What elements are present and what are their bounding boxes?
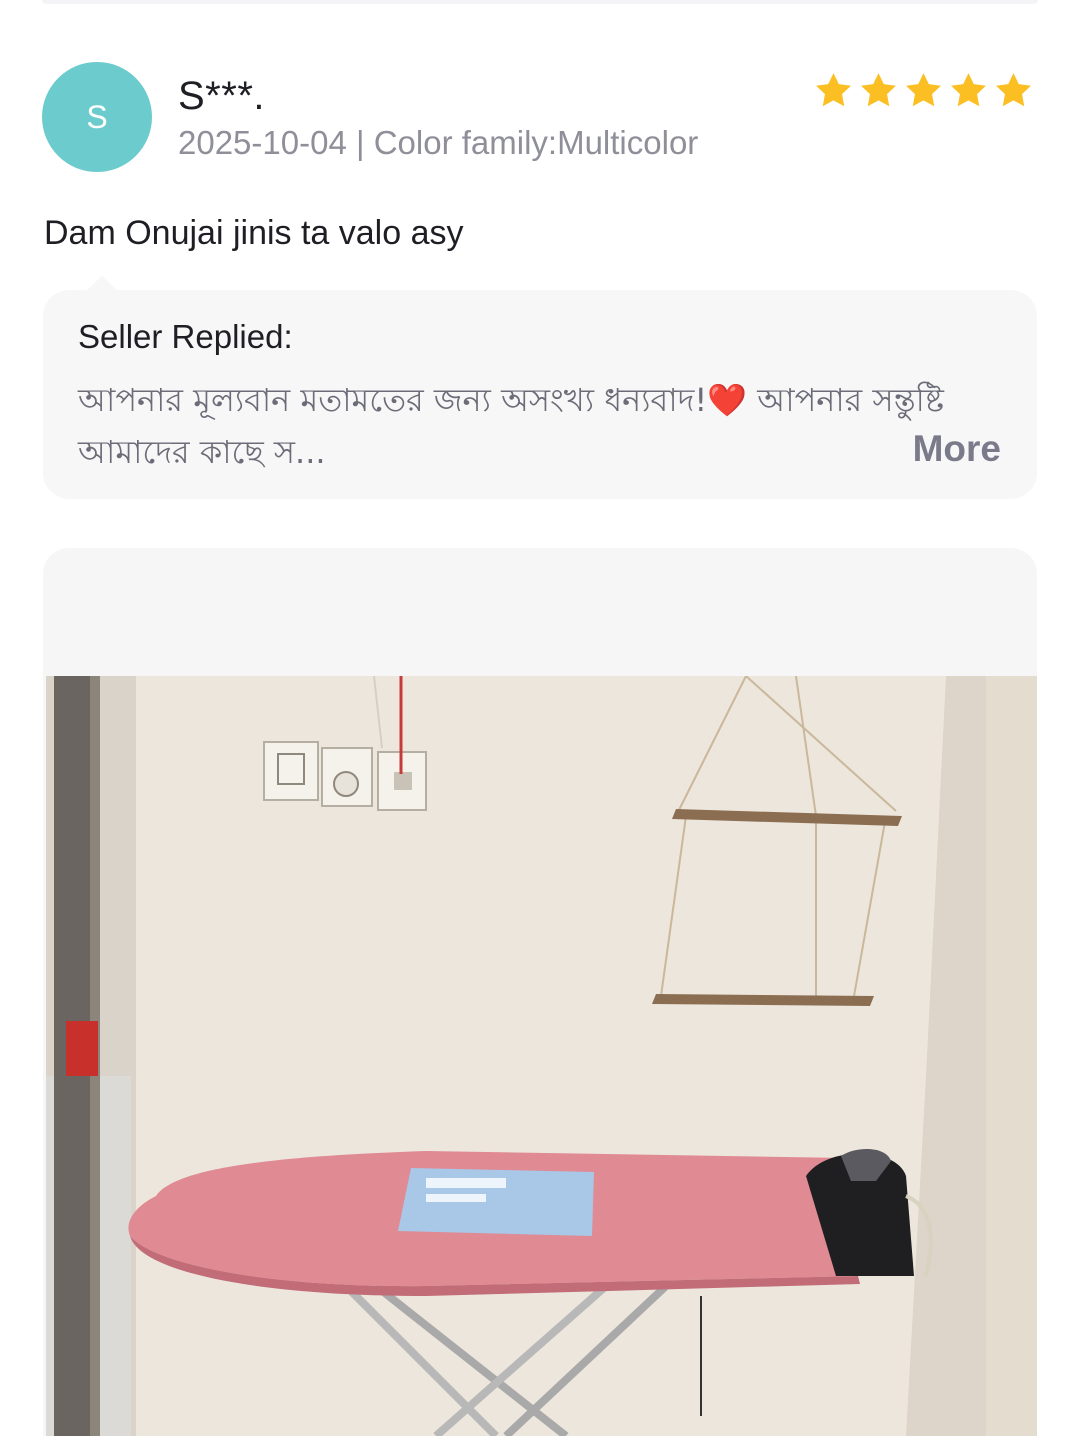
seller-reply-box: Seller Replied: আপনার মূল্যবান মতামতের জ…: [43, 290, 1037, 499]
star-icon: [996, 73, 1031, 107]
seller-reply-title: Seller Replied:: [78, 318, 293, 355]
seller-reply-text: আপনার মূল্যবান মতামতের জন্য অসংখ্য ধন্যব…: [78, 381, 944, 471]
divider: [42, 0, 1038, 4]
star-icon: [951, 73, 986, 107]
reply-pointer: [86, 276, 118, 291]
review-text: Dam Onujai jinis ta valo asy: [44, 214, 464, 252]
more-button[interactable]: More: [913, 428, 1001, 470]
review-photo[interactable]: [46, 676, 1037, 1436]
review-card: S S***. 2025-10-04 | Color family:Multic…: [0, 0, 1080, 1436]
star-icon: [861, 73, 896, 107]
star-rating: [813, 70, 1034, 111]
avatar-initial: S: [86, 98, 108, 135]
review-meta: 2025-10-04 | Color family:Multicolor: [178, 124, 699, 161]
reviewer-name: S***.: [178, 74, 265, 118]
star-icon: [906, 73, 941, 107]
avatar: S: [42, 62, 152, 172]
star-icon: [816, 73, 851, 107]
review-media-card: [43, 548, 1037, 1436]
